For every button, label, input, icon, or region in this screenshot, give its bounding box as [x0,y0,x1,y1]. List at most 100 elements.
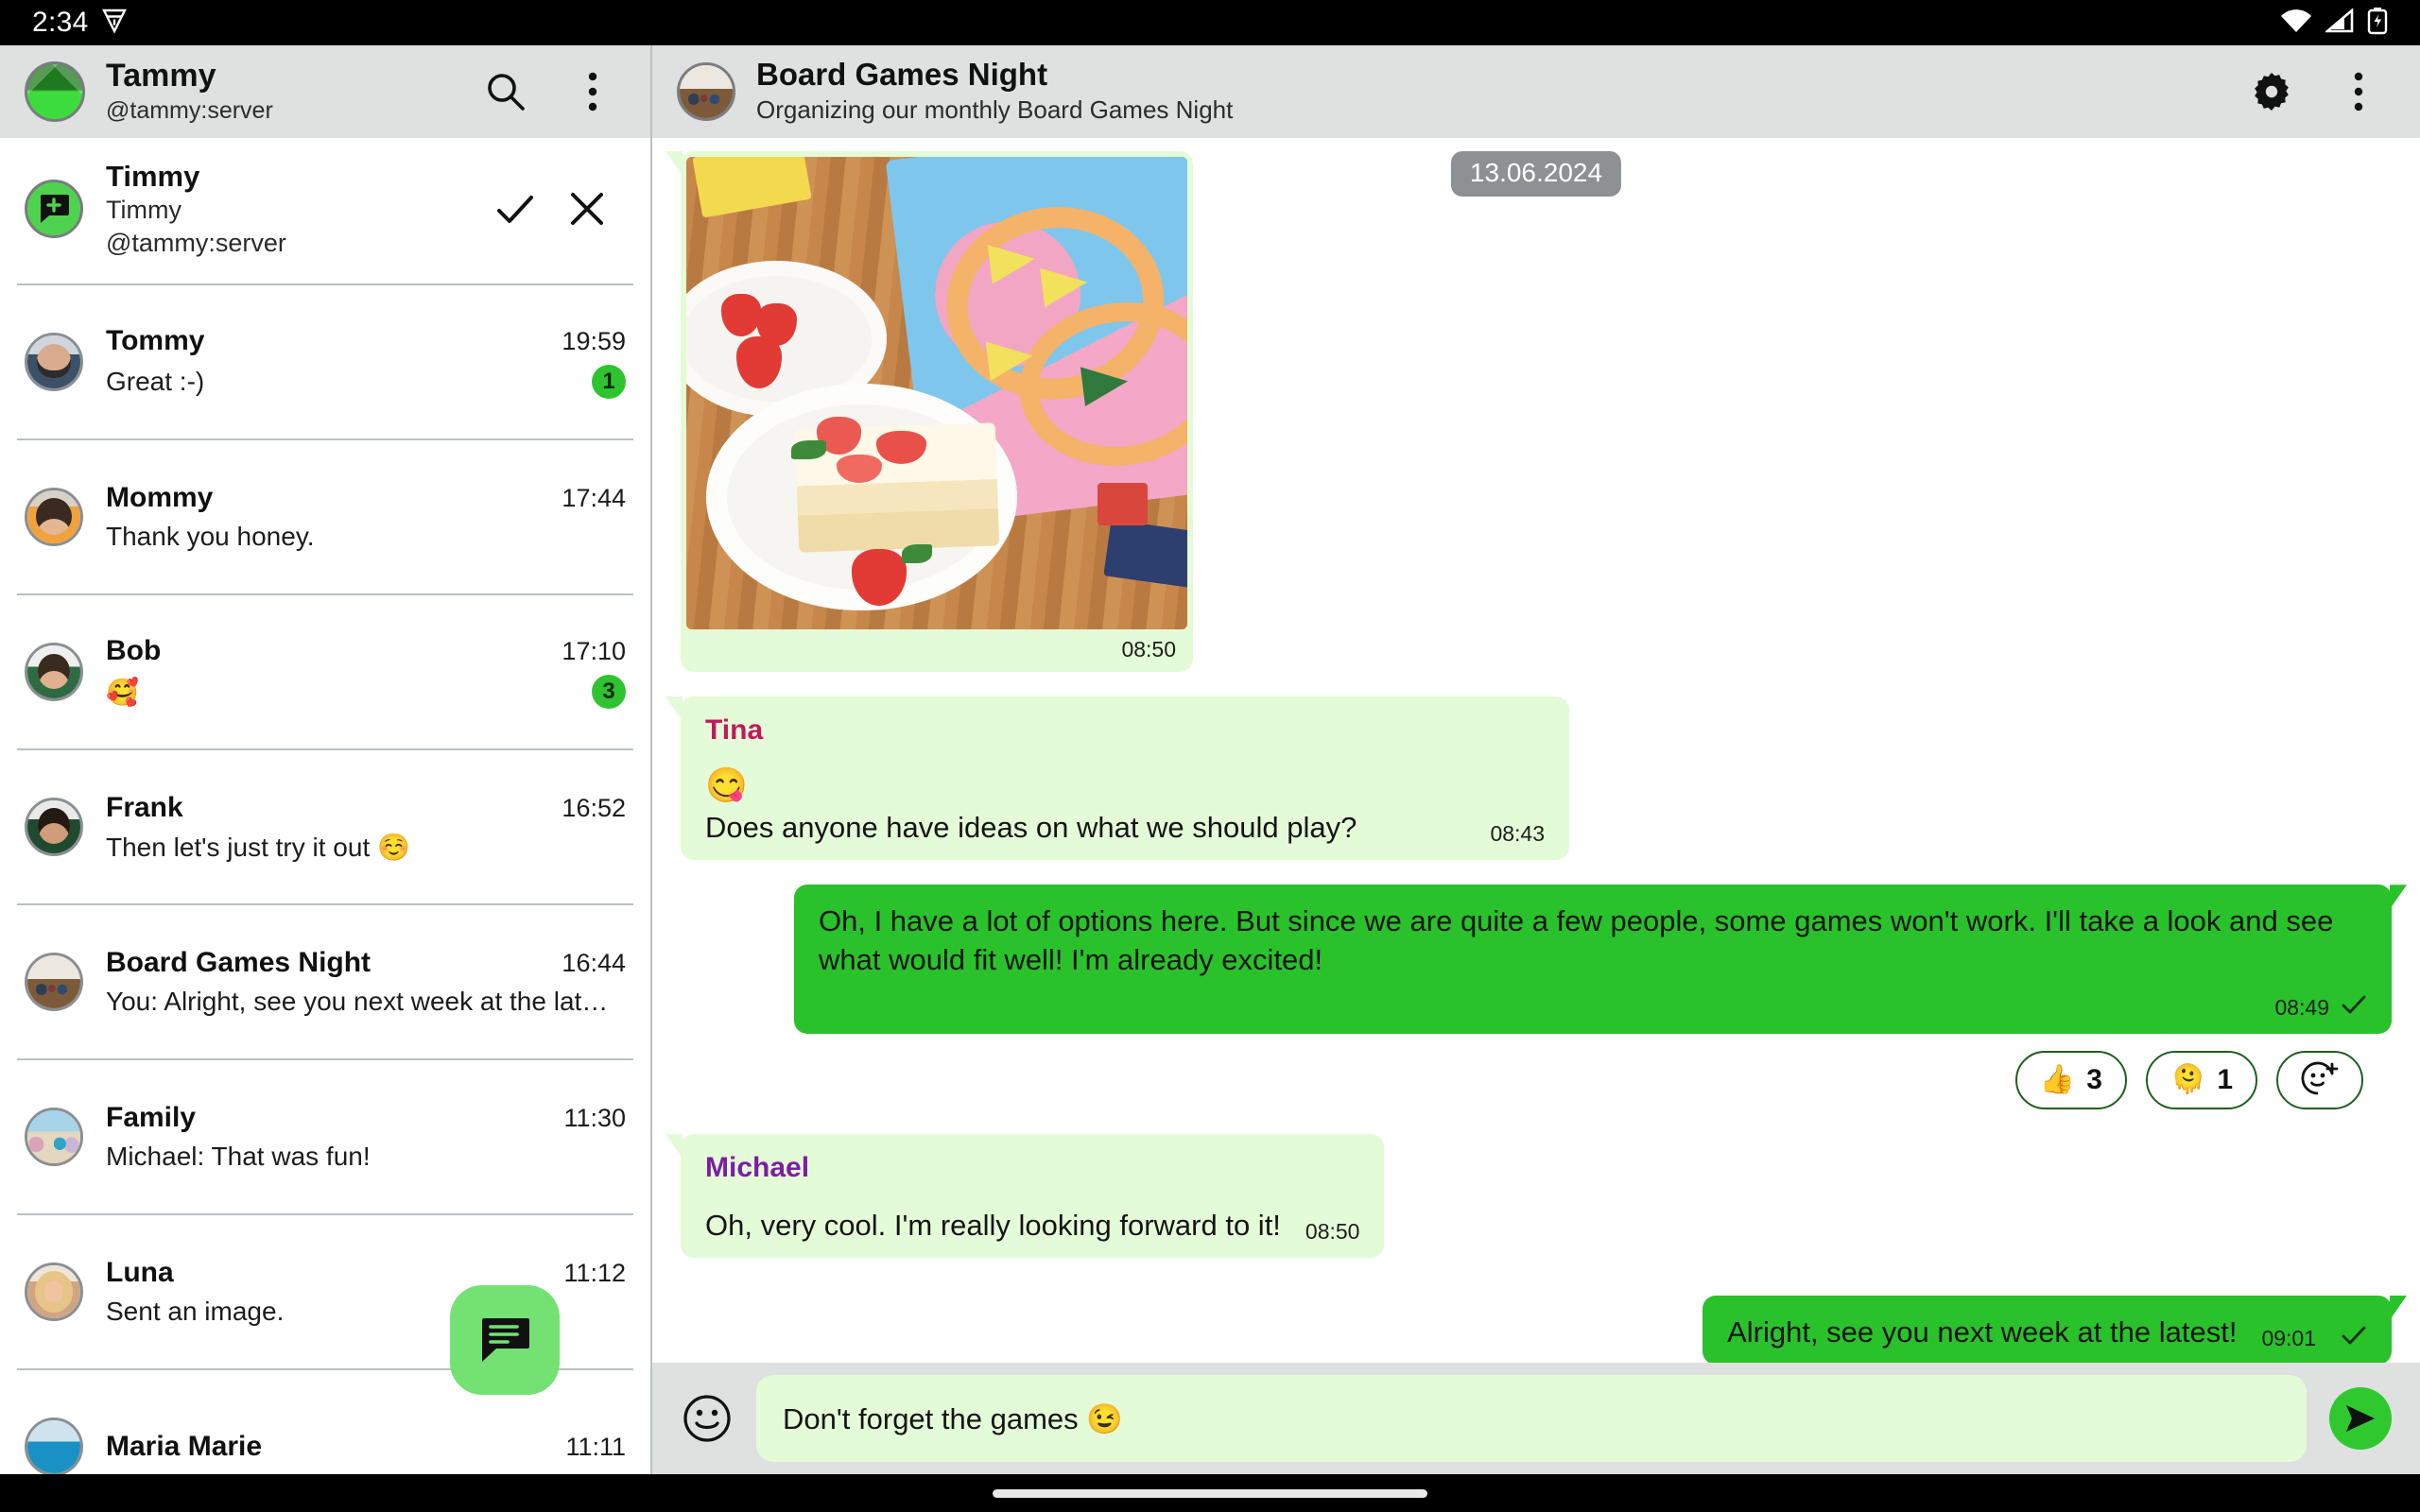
sent-check-icon [2341,1324,2367,1351]
list-item-time: 11:11 [565,1433,626,1462]
list-item[interactable]: Family 11:30 Michael: That was fun! [0,1060,650,1214]
bubble-tail [666,696,683,721]
message-composer: Don't forget the games 😉 [652,1363,2420,1474]
bubble-tail [666,151,683,176]
more-vert-icon[interactable] [2325,59,2392,125]
message-time: 08:43 [1490,821,1545,847]
message-text: Oh, I have a lot of options here. But si… [819,904,2334,977]
avatar [25,953,83,1012]
list-item-time: 16:52 [562,793,626,822]
message-meta: 08:49 [819,993,2367,1021]
send-icon[interactable] [2329,1387,2392,1450]
thumbs-up-emoji: 👍 [2039,1063,2076,1095]
list-item-body: Maria Marie 11:11 [106,1431,626,1463]
list-item-preview: Sent an image. [106,1297,285,1327]
list-item-name: Maria Marie [106,1431,263,1463]
list-item-body: Mommy 17:44 Thank you honey. [106,482,626,552]
message-input[interactable]: Don't forget the games 😉 [756,1375,2307,1462]
outgoing-message-bubble[interactable]: Alright, see you next week at the latest… [1703,1295,2407,1363]
close-icon[interactable] [565,187,609,231]
list-item-body: Frank 16:52 Then let's just try it out ☺… [106,792,626,863]
android-status-bar: 2:34 [0,0,2420,45]
list-item-time: 11:12 [563,1259,626,1288]
android-nav-bar [0,1474,2420,1512]
message-sender: Tina [705,714,764,746]
list-item-name: Board Games Night [106,947,372,979]
list-item-preview: Great :-) [106,367,205,397]
reaction-chip-thumbsup[interactable]: 👍 3 [2014,1050,2127,1109]
list-item[interactable]: Board Games Night 16:44 You: Alright, se… [0,905,650,1059]
conversation-topic: Organizing our monthly Board Games Night [756,95,1234,125]
unread-badge: 1 [592,365,626,400]
wifi-icon [2280,9,2312,38]
list-item-name: Family [106,1102,197,1134]
incoming-message-bubble[interactable]: Tina 😋 Does anyone have ideas on what we… [666,696,1569,861]
list-item-preview: You: Alright, see you next week at the l… [106,987,609,1017]
message-image[interactable] [686,157,1187,629]
add-reaction-icon[interactable] [2276,1050,2363,1109]
unread-badge: 3 [592,675,626,710]
search-icon[interactable] [473,59,539,125]
message-list[interactable]: 13.06.2024 08:50 Tina 😋 Does anyone have… [652,138,2420,1363]
list-item-name: Luna [106,1257,174,1289]
chat-list-scroll[interactable]: Timmy Timmy @tammy:server Tommy 19:59 Gr… [0,138,650,1474]
invite-actions [493,187,626,231]
incoming-message-bubble[interactable]: Michael Oh, very cool. I'm really lookin… [666,1133,1385,1258]
list-item-name: Tommy [106,325,205,357]
image-message-bubble[interactable]: 08:50 [666,151,1193,672]
account-avatar[interactable] [25,61,85,122]
list-item[interactable]: Frank 16:52 Then let's just try it out ☺… [0,750,650,904]
bubble-tail [2390,885,2407,910]
more-vert-icon[interactable] [560,59,626,125]
gear-icon[interactable] [2238,59,2305,125]
list-item-body: Family 11:30 Michael: That was fun! [106,1102,626,1172]
message-emoji: 😋 [705,765,748,804]
list-item-time: 11:30 [563,1104,626,1133]
message-input-value: Don't forget the games 😉 [783,1401,1123,1435]
image-message-meta: 08:50 [686,629,1187,668]
list-item[interactable]: Mommy 17:44 Thank you honey. [0,440,650,594]
list-item-time: 16:44 [562,949,626,978]
account-identity: Tammy @tammy:server [106,58,452,126]
list-item[interactable]: Tommy 19:59 Great :-) 1 [0,285,650,439]
battery-charging-icon [2367,7,2388,40]
chat-list-pane: Tammy @tammy:server Timmy Timmy @tammy:s… [0,45,652,1474]
sidebar-header: Tammy @tammy:server [0,45,650,138]
cell-signal-icon [2324,7,2354,38]
list-item-name: Frank [106,791,183,823]
emoji-icon[interactable] [681,1392,734,1445]
message-row: 08:50 [666,151,2392,672]
account-handle: @tammy:server [106,96,273,124]
invite-request-row[interactable]: Timmy Timmy @tammy:server [0,138,650,284]
avatar [25,1263,83,1322]
home-gesture-pill[interactable] [993,1488,1427,1498]
message-row: Tina 😋 Does anyone have ideas on what we… [666,696,2392,861]
reaction-chip-melting-face[interactable]: 🫠 1 [2145,1050,2257,1109]
status-bar-right [2280,7,2388,40]
new-message-fab[interactable] [450,1285,560,1395]
bubble-tail [2390,1295,2407,1320]
avatar [25,643,83,702]
invite-text: Timmy Timmy @tammy:server [106,159,471,259]
message-time: 08:50 [1305,1218,1360,1244]
check-icon[interactable] [493,187,537,231]
list-item-time: 19:59 [562,327,626,356]
list-item[interactable]: Bob 17:10 🥰 3 [0,595,650,749]
list-item-time: 17:44 [562,484,626,513]
two-pane-layout: Tammy @tammy:server Timmy Timmy @tammy:s… [0,45,2420,1474]
invite-line-2: Timmy [106,196,182,225]
reaction-count: 1 [2217,1063,2233,1095]
reaction-chip-bar: 👍 3 🫠 1 [681,1050,2392,1109]
conversation-identity[interactable]: Board Games Night Organizing our monthly… [756,57,2218,127]
list-item-preview: Michael: That was fun! [106,1142,371,1172]
outgoing-message-bubble[interactable]: Oh, I have a lot of options here. But si… [794,885,2407,1034]
conversation-pane: Board Games Night Organizing our monthly… [652,45,2420,1474]
list-item-time: 17:10 [562,637,626,666]
melting-face-emoji: 🫠 [2169,1063,2206,1095]
group-avatar[interactable] [677,62,735,121]
avatar [25,1418,83,1474]
list-item[interactable]: Maria Marie 11:11 [0,1370,650,1474]
message-row: Alright, see you next week at the latest… [681,1295,2407,1363]
message-time: 08:49 [2274,994,2329,1020]
message-time: 09:01 [2261,1326,2316,1351]
